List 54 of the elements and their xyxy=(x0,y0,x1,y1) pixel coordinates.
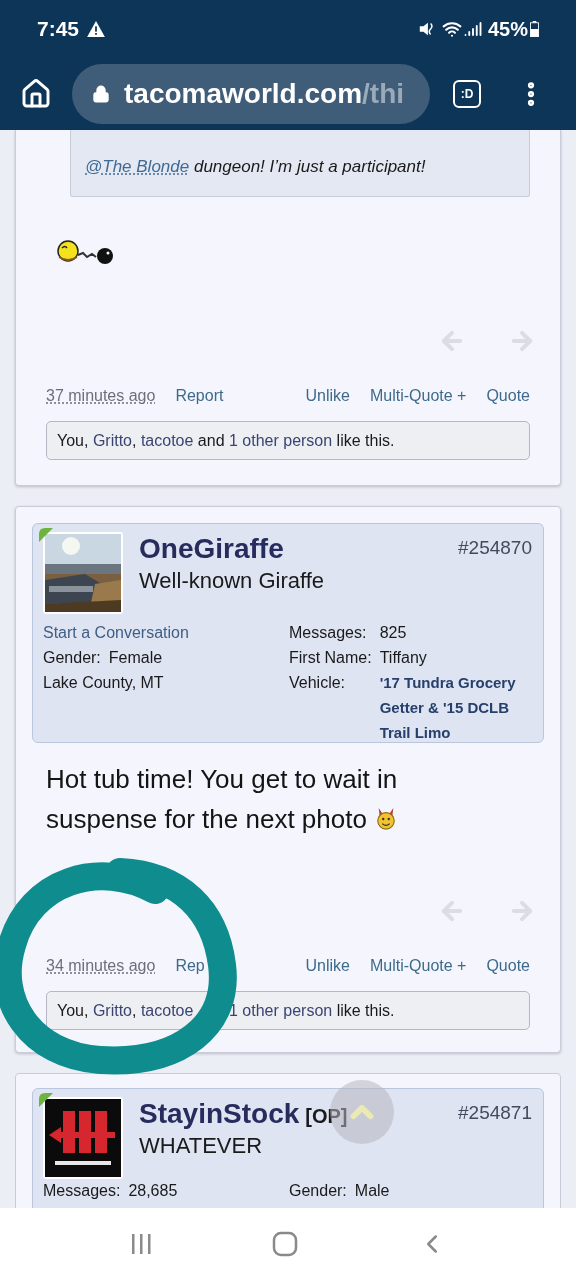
post-time[interactable]: 34 minutes ago xyxy=(46,954,156,978)
lock-icon xyxy=(92,84,110,104)
address-bar[interactable]: tacomaworld.com/thi xyxy=(72,64,430,124)
mute-icon xyxy=(417,20,436,38)
recent-apps-icon[interactable] xyxy=(129,1232,154,1256)
username[interactable]: StayinStock xyxy=(139,1097,300,1131)
online-indicator-icon xyxy=(39,528,53,542)
home-button-icon[interactable] xyxy=(272,1231,298,1257)
wifi-icon xyxy=(441,19,462,39)
unlike-link[interactable]: Unlike xyxy=(305,384,350,408)
quote-text: @The Blonde dungeon! I’m just a participant! xyxy=(85,156,426,179)
ball-and-chain-emoji-icon xyxy=(57,239,115,267)
post-time[interactable]: 37 minutes ago xyxy=(46,384,156,408)
multi-quote-link[interactable]: Multi-Quote + xyxy=(369,954,467,978)
field-link[interactable]: '17 Tundra Grocery Getter & '15 DCLB Trail Limo xyxy=(379,670,532,745)
home-icon[interactable] xyxy=(20,78,52,110)
field-label: Gender: xyxy=(43,648,102,668)
field-label: Gender: xyxy=(289,1181,348,1201)
report-link[interactable]: Rep xyxy=(175,954,205,978)
field-label: Messages: xyxy=(43,1181,122,1201)
post-message-line: Hot tub time! You get to wait in xyxy=(46,763,398,796)
tab-switcher-button[interactable]: :D xyxy=(453,80,481,108)
user-title: Well-known Giraffe xyxy=(139,567,326,595)
field-label: First Name: xyxy=(289,648,373,668)
field-value: Male xyxy=(354,1181,390,1201)
devil-emoji-icon xyxy=(374,806,397,832)
field-value: Tiffany xyxy=(379,648,428,668)
likes-text: You, Gritto, tacotoe xyxy=(57,1000,195,1021)
signal-icon xyxy=(463,20,482,38)
field-value: 825 xyxy=(379,623,408,643)
location-text: Lake County, MT xyxy=(43,673,164,693)
post-number[interactable]: #254870 xyxy=(458,532,532,614)
username[interactable]: OneGiraffe xyxy=(139,532,284,566)
user-title: WHATEVER xyxy=(139,1132,264,1160)
op-label: [OP] xyxy=(305,1104,348,1129)
online-indicator-icon xyxy=(39,1093,53,1107)
field-label: Messages: xyxy=(289,623,368,643)
field-value: 28,685 xyxy=(128,1181,178,1201)
warning-icon xyxy=(87,21,106,37)
likes-text: You, Gritto, tacotoe and 1 other person like this. xyxy=(57,430,395,451)
post-message-line: suspense for the next photo xyxy=(46,803,367,836)
unlike-link[interactable]: Unlike xyxy=(305,954,350,978)
quote-link[interactable]: Quote xyxy=(486,954,530,978)
field-value: Female xyxy=(108,648,163,668)
report-link[interactable]: Report xyxy=(175,384,224,408)
battery-percent: 45% xyxy=(487,17,528,42)
start-conversation-link[interactable]: Start a Conversation xyxy=(43,620,189,645)
quote-link[interactable]: Quote xyxy=(486,384,530,408)
field-label: Vehicle: xyxy=(289,673,347,693)
multi-quote-link[interactable]: Multi-Quote + xyxy=(369,384,467,408)
mention-link[interactable]: @The Blonde xyxy=(85,157,190,177)
battery-icon xyxy=(530,21,539,37)
clock: 7:45 xyxy=(37,16,80,43)
post-number[interactable]: #254871 xyxy=(458,1097,532,1179)
